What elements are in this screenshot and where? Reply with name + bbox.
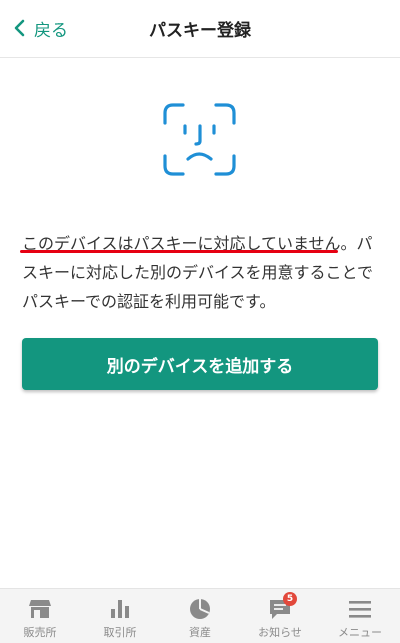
bottom-tab-bar: 販売所 取引所 資産 5 お知らせ メニュー xyxy=(0,588,400,643)
store-icon xyxy=(29,600,51,618)
tab-label: 資産 xyxy=(189,626,211,639)
header-bar: 戻る パスキー登録 xyxy=(0,0,400,58)
pie-chart-icon xyxy=(190,599,210,619)
tab-label: 販売所 xyxy=(23,626,57,639)
tab-label: 取引所 xyxy=(103,626,137,639)
unsupported-message: このデバイスはパスキーに対応していません。パスキーに対応した別のデバイスを用意す… xyxy=(22,234,374,311)
tab-store[interactable]: 販売所 xyxy=(0,589,80,643)
notification-badge: 5 xyxy=(283,592,297,606)
tab-label: メニュー xyxy=(338,626,382,639)
tab-assets[interactable]: 資産 xyxy=(160,589,240,643)
page-title: パスキー登録 xyxy=(149,21,251,41)
highlight-underline xyxy=(20,250,338,253)
menu-icon xyxy=(349,601,371,618)
tab-label: お知らせ xyxy=(258,626,302,639)
face-id-sad-icon xyxy=(163,103,236,176)
tab-notifications[interactable]: 5 お知らせ xyxy=(240,589,320,643)
add-another-device-button[interactable]: 別のデバイスを追加する xyxy=(22,338,378,390)
tab-exchange[interactable]: 取引所 xyxy=(80,589,160,643)
tab-menu[interactable]: メニュー xyxy=(320,589,400,643)
bar-chart-icon xyxy=(111,600,129,618)
